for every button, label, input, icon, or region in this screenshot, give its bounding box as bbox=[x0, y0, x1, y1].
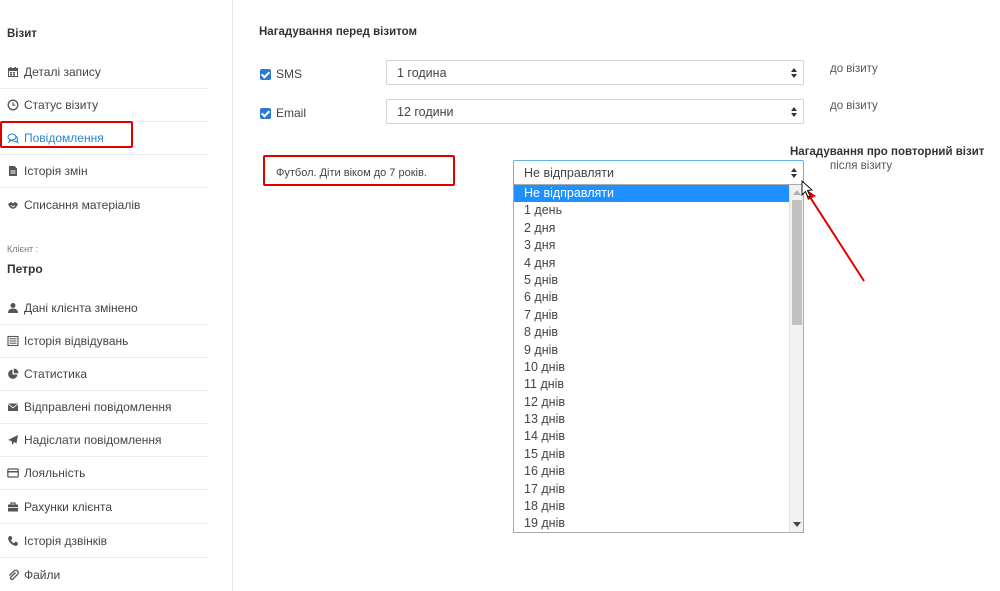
sidebar-item-label: Рахунки клієнта bbox=[24, 500, 113, 514]
sidebar-item-label: Статус візиту bbox=[24, 98, 99, 112]
pie-chart-icon bbox=[8, 368, 19, 379]
sidebar-item-materials-writeoff[interactable]: Списання матеріалів bbox=[0, 188, 208, 221]
email-time-value: 12 години bbox=[397, 104, 454, 119]
list-icon bbox=[7, 335, 19, 347]
sidebar-item-statistics[interactable]: Статистика bbox=[0, 358, 208, 391]
clock-icon bbox=[7, 99, 19, 111]
client-caption: Клієнт : bbox=[7, 244, 39, 254]
reminder-before-visit-title: Нагадування перед візитом bbox=[259, 26, 418, 38]
annotation-arrow bbox=[801, 179, 865, 282]
highlight-box-messages bbox=[0, 121, 133, 148]
paper-plane-icon bbox=[8, 435, 18, 445]
dropdown-option[interactable]: 19 днів bbox=[514, 515, 803, 532]
sidebar-item-label: Історія дзвінків bbox=[24, 534, 108, 548]
sidebar-item-label: Списання матеріалів bbox=[24, 197, 141, 212]
briefcase-icon bbox=[8, 502, 18, 512]
dropdown-option[interactable]: 17 днів bbox=[514, 481, 803, 498]
highlight-box-service bbox=[263, 155, 455, 186]
sidebar-item-send-message[interactable]: Надіслати повідомлення bbox=[0, 424, 208, 457]
sidebar-item-label: Деталі запису bbox=[24, 65, 101, 79]
sms-checkbox[interactable] bbox=[260, 68, 271, 80]
sidebar-item-label: Статистика bbox=[24, 367, 88, 381]
sidebar-item-sent-messages[interactable]: Відправлені повідомлення bbox=[0, 391, 208, 424]
dropdown-option[interactable]: 18 днів bbox=[514, 498, 803, 515]
dropdown-option[interactable]: 10 днів bbox=[514, 359, 803, 376]
email-time-select[interactable]: 12 години bbox=[386, 99, 804, 124]
client-name: Петро bbox=[7, 262, 43, 276]
sidebar-item-label: Лояльність bbox=[24, 466, 86, 480]
dropdown-options-list: Не відправляти 1 день 2 дня 3 дня 4 дня 5 дні… bbox=[514, 185, 803, 532]
phone-icon bbox=[8, 536, 18, 546]
email-checkbox-row[interactable]: Email bbox=[260, 106, 306, 120]
sidebar-item-label: Файли bbox=[24, 567, 61, 582]
select-arrows-icon bbox=[791, 68, 797, 79]
dropdown-option[interactable]: 1 день bbox=[514, 202, 803, 219]
dropdown-option[interactable]: 9 днів bbox=[514, 342, 803, 359]
sidebar-item-visit-status[interactable]: Статус візиту bbox=[0, 89, 208, 122]
dropdown-option[interactable]: 4 дня bbox=[514, 255, 803, 272]
select-arrows-icon bbox=[791, 107, 797, 118]
dropdown-option[interactable]: Не відправляти bbox=[514, 185, 803, 203]
sms-time-value: 1 година bbox=[397, 65, 447, 80]
sidebar-item-loyalty[interactable]: Лояльність bbox=[0, 457, 208, 490]
handshake-icon bbox=[8, 201, 18, 209]
dropdown-option[interactable]: 7 днів bbox=[514, 307, 803, 324]
sidebar-item-label: Дані клієнта змінено bbox=[24, 301, 138, 315]
dropdown-option[interactable]: 12 днів bbox=[514, 394, 803, 411]
sidebar-item-label: Історія відвідувань bbox=[24, 334, 129, 348]
paperclip-icon bbox=[9, 569, 19, 580]
user-icon bbox=[8, 303, 18, 313]
email-label: Email bbox=[276, 106, 307, 120]
dropdown-option[interactable]: 6 днів bbox=[514, 289, 803, 306]
scroll-down-arrow-icon[interactable] bbox=[793, 522, 801, 527]
repeat-reminder-select[interactable]: Не відправляти bbox=[513, 160, 804, 185]
repeat-visit-reminder-title: Нагадування про повторний візит bbox=[790, 146, 985, 158]
sidebar-item-client-invoices[interactable]: Рахунки клієнта bbox=[0, 491, 208, 524]
file-icon bbox=[9, 166, 17, 176]
sms-checkbox-row[interactable]: SMS bbox=[260, 67, 302, 81]
repeat-reminder-dropdown[interactable]: Не відправляти 1 день 2 дня 3 дня 4 дня 5 дні… bbox=[513, 184, 804, 533]
sidebar-item-files[interactable]: Файли bbox=[0, 558, 208, 591]
dropdown-option[interactable]: 3 дня bbox=[514, 237, 803, 254]
dropdown-option[interactable]: 13 днів bbox=[514, 411, 803, 428]
visit-heading: Візит bbox=[7, 28, 37, 40]
dropdown-option[interactable]: 14 днів bbox=[514, 428, 803, 445]
sidebar-item-client-data[interactable]: Дані клієнта змінено bbox=[0, 292, 208, 325]
dropdown-option[interactable]: 16 днів bbox=[514, 463, 803, 480]
sms-label: SMS bbox=[276, 67, 303, 81]
main-content: Нагадування перед візитом SMS 1 година д… bbox=[234, 0, 1000, 591]
repeat-reminder-value: Не відправляти bbox=[524, 165, 614, 180]
sidebar-item-call-history[interactable]: Історія дзвінків bbox=[0, 525, 208, 558]
dropdown-option[interactable]: 8 днів bbox=[514, 324, 803, 341]
envelope-icon bbox=[7, 403, 19, 411]
sidebar: Візит Деталі запису Статус візиту Повідо… bbox=[0, 0, 233, 591]
dropdown-option[interactable]: 5 днів bbox=[514, 272, 803, 289]
credit-card-icon bbox=[7, 468, 19, 478]
sidebar-item-label: Історія змін bbox=[24, 164, 88, 178]
sidebar-item-label: Надіслати повідомлення bbox=[24, 433, 162, 447]
sidebar-item-label: Відправлені повідомлення bbox=[24, 400, 172, 414]
sms-before-visit-note: до візиту bbox=[830, 63, 878, 75]
sidebar-item-visit-details[interactable]: Деталі запису bbox=[0, 56, 208, 89]
sidebar-item-visit-history[interactable]: Історія відвідувань bbox=[0, 325, 208, 358]
dropdown-option[interactable]: 15 днів bbox=[514, 446, 803, 463]
dropdown-option[interactable]: 11 днів bbox=[514, 376, 803, 393]
sidebar-item-change-history[interactable]: Історія змін bbox=[0, 155, 208, 188]
calendar-icon bbox=[8, 67, 18, 77]
email-before-visit-note: до візиту bbox=[830, 100, 878, 112]
dropdown-option[interactable]: 2 дня bbox=[514, 220, 803, 237]
sms-time-select[interactable]: 1 година bbox=[386, 60, 804, 85]
email-checkbox[interactable] bbox=[260, 107, 271, 119]
